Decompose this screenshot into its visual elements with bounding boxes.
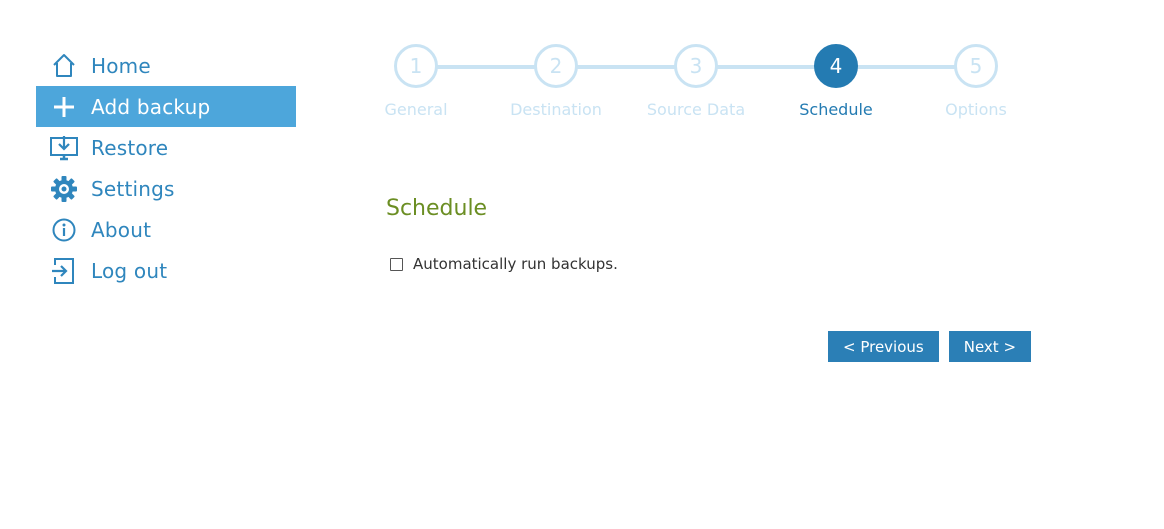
next-button[interactable]: Next > (948, 331, 1032, 362)
previous-button[interactable]: < Previous (828, 331, 939, 362)
sidebar-item-label: Add backup (91, 94, 211, 119)
gear-icon (36, 168, 91, 209)
sidebar-item-label: Log out (91, 258, 168, 283)
step-number: 4 (814, 44, 858, 88)
step-label: Options (945, 100, 1007, 119)
plus-icon (36, 86, 91, 127)
step-source-data[interactable]: 3 Source Data (626, 44, 766, 119)
step-number: 5 (954, 44, 998, 88)
info-icon (36, 209, 91, 250)
auto-run-checkbox[interactable] (390, 257, 403, 271)
sidebar-item-label: Restore (91, 135, 169, 160)
auto-run-label: Automatically run backups. (413, 255, 618, 273)
auto-run-row[interactable]: Automatically run backups. (390, 255, 618, 273)
sidebar-item-add-backup[interactable]: Add backup (36, 86, 296, 127)
step-label: General (384, 100, 448, 119)
restore-icon (36, 127, 91, 168)
sidebar-item-restore[interactable]: Restore (36, 127, 296, 168)
step-options[interactable]: 5 Options (906, 44, 1046, 119)
step-number: 1 (394, 44, 438, 88)
wizard-buttons: < Previous Next > (828, 331, 1032, 362)
sidebar-item-logout[interactable]: Log out (36, 250, 296, 291)
step-label: Destination (510, 100, 602, 119)
sidebar-item-label: Home (91, 53, 151, 78)
sidebar-item-about[interactable]: About (36, 209, 296, 250)
sidebar-item-label: Settings (91, 176, 175, 201)
step-number: 3 (674, 44, 718, 88)
sidebar-nav: Home Add backup Restore Settings About L… (36, 45, 296, 291)
step-number: 2 (534, 44, 578, 88)
wizard-stepper: 1 General 2 Destination 3 Source Data 4 … (346, 44, 1046, 124)
home-icon (36, 45, 91, 86)
sidebar-item-home[interactable]: Home (36, 45, 296, 86)
logout-icon (36, 250, 91, 291)
step-label: Schedule (799, 100, 873, 119)
sidebar-item-label: About (91, 217, 152, 242)
step-label: Source Data (646, 100, 746, 119)
page: Home Add backup Restore Settings About L… (0, 0, 1164, 529)
step-schedule[interactable]: 4 Schedule (766, 44, 906, 119)
sidebar-item-settings[interactable]: Settings (36, 168, 296, 209)
section-title: Schedule (386, 196, 488, 221)
step-general[interactable]: 1 General (346, 44, 486, 119)
step-destination[interactable]: 2 Destination (486, 44, 626, 119)
